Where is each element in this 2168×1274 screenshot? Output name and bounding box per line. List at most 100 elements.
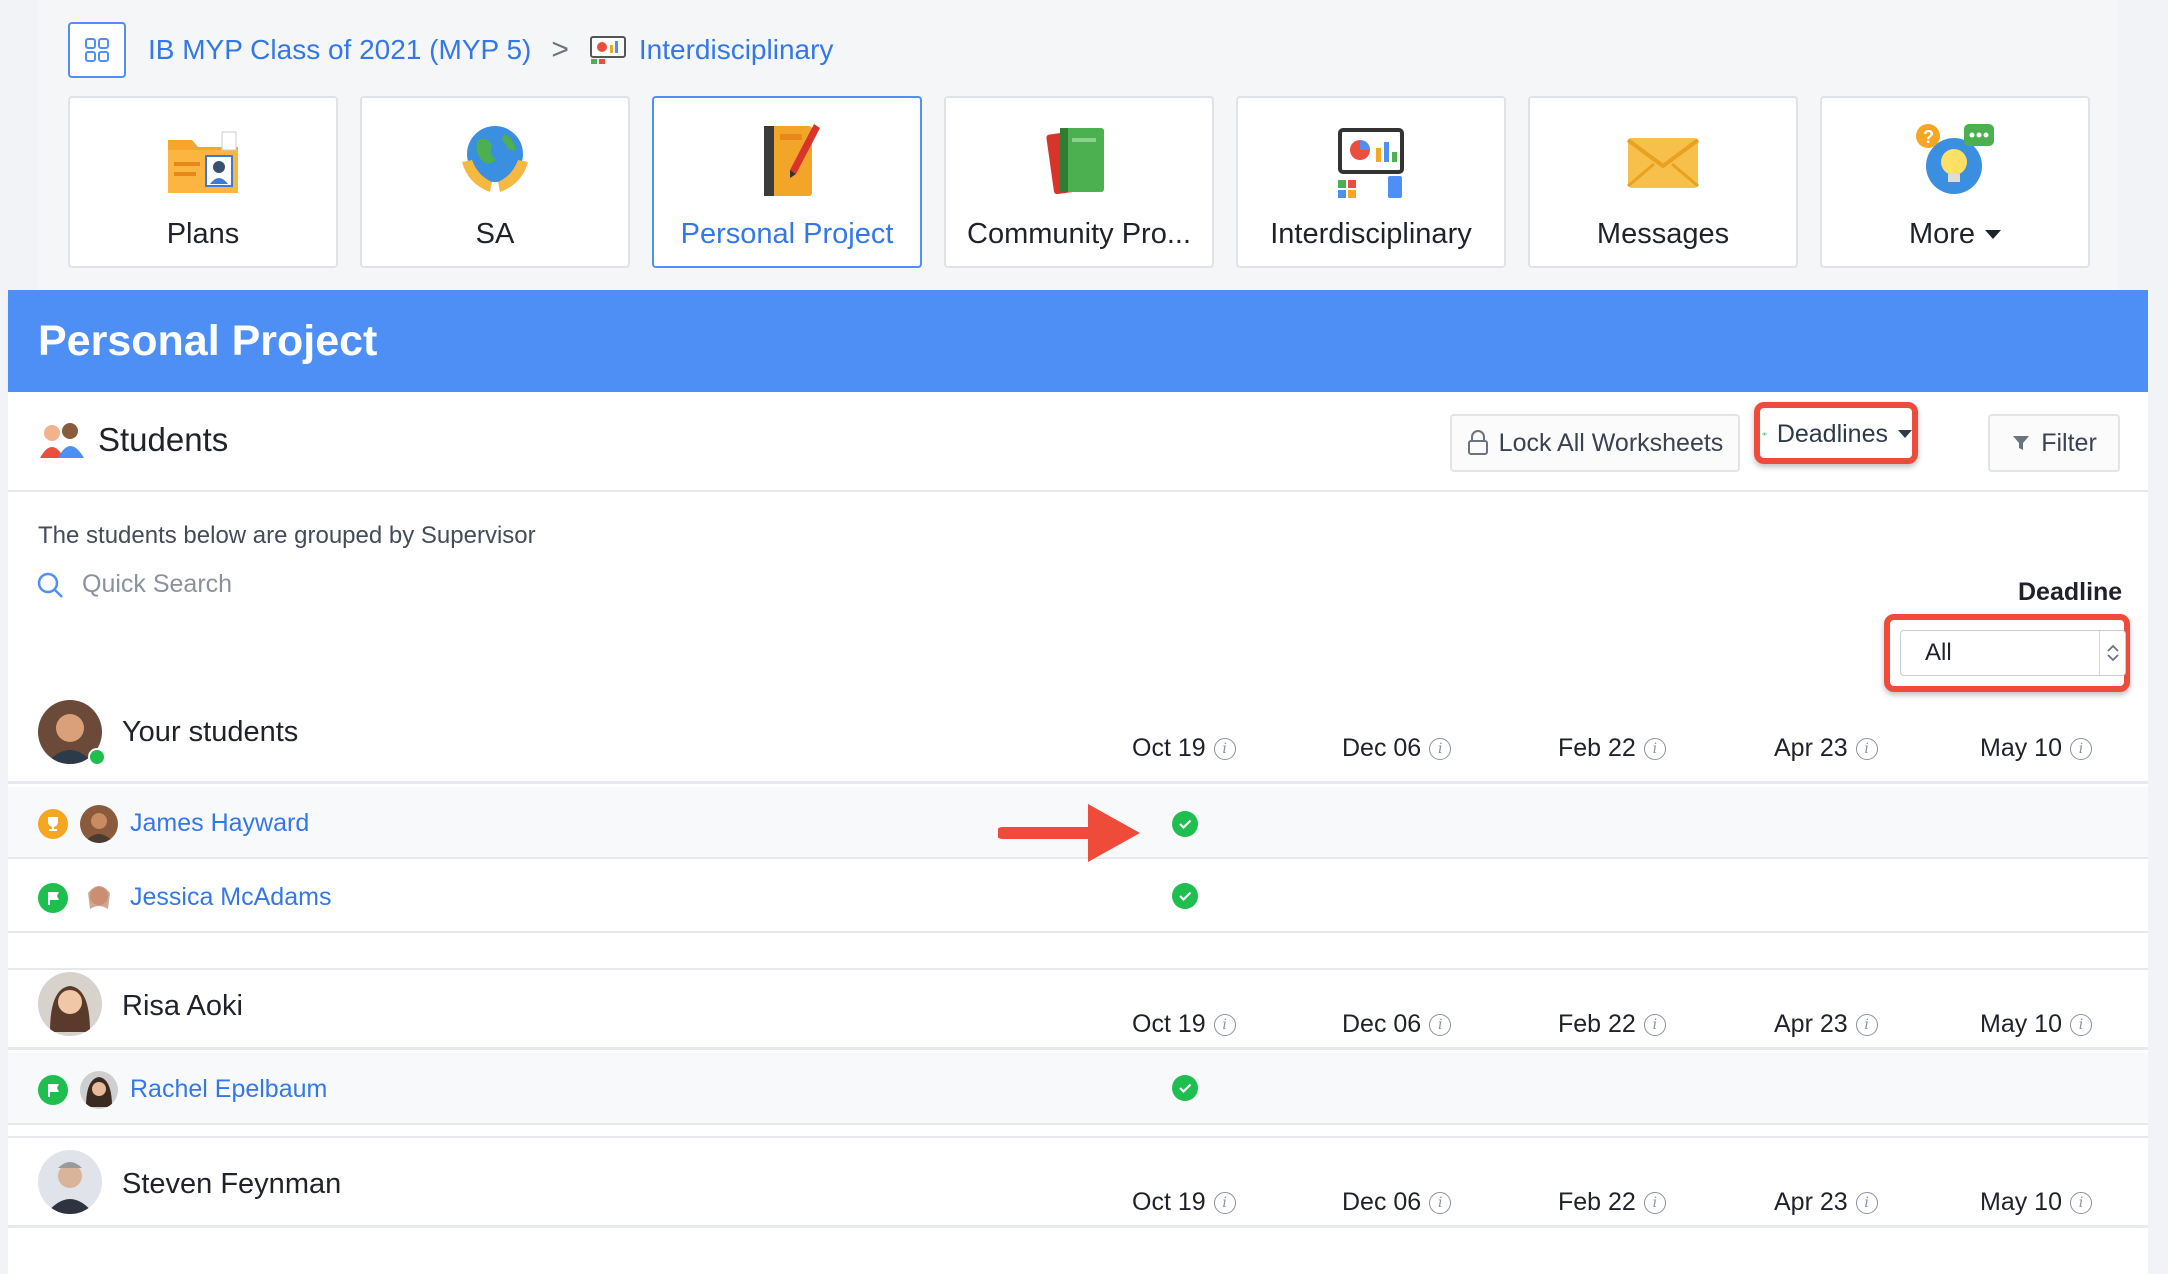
deadline-column: Dec 06 i — [1342, 1188, 1452, 1217]
chevron-down-icon — [2106, 654, 2119, 662]
deadline-date: Apr 23 — [1774, 1010, 1848, 1038]
deadline-column: Dec 06 i — [1342, 734, 1452, 763]
info-icon[interactable]: i — [1643, 1191, 1666, 1214]
supervisor-name: Steven Feynman — [122, 1168, 342, 1200]
deadline-column: May 10 i — [1980, 734, 2092, 763]
breadcrumb-class-link[interactable]: IB MYP Class of 2021 (MYP 5) — [148, 34, 531, 66]
breadcrumb: IB MYP Class of 2021 (MYP 5) > Interdisc… — [68, 22, 833, 78]
deadline-select[interactable]: All — [1900, 630, 2126, 676]
student-name-link[interactable]: Rachel Epelbaum — [130, 1075, 327, 1104]
students-title: Students — [38, 420, 228, 460]
module-tiles: Plans SA Personal Project Community Pro.… — [68, 96, 2090, 268]
deadline-date: Feb 22 — [1558, 734, 1636, 762]
caret-down-icon — [1898, 430, 1912, 438]
deadline-column: Oct 19 i — [1132, 1188, 1236, 1217]
info-icon[interactable]: i — [2069, 1191, 2092, 1214]
quick-search[interactable]: Quick Search — [36, 570, 232, 599]
deadline-column: Apr 23 i — [1774, 1188, 1878, 1217]
info-icon[interactable]: i — [2069, 1013, 2092, 1036]
student-row: Jessica McAdams — [8, 861, 2148, 933]
deadline-column: May 10 i — [1980, 1010, 2092, 1039]
deadline-date: Dec 06 — [1342, 1188, 1422, 1216]
deadlines-button[interactable]: Deadlines — [1762, 410, 1912, 458]
tile-label: Messages — [1596, 218, 1730, 250]
flag-icon — [38, 883, 68, 913]
supervisor-group-header: Risa Aoki Oct 19 i Dec 06 i Feb 22 i Apr 23… — [8, 968, 2148, 1050]
supervisor-group-header: Steven Feynman Oct 19 i Dec 06 i Feb 22 i A… — [8, 1136, 2148, 1228]
info-icon[interactable]: i — [1643, 1013, 1666, 1036]
globe-hands-icon — [462, 126, 528, 192]
trophy-icon — [38, 809, 68, 839]
deadline-date: Dec 06 — [1342, 1010, 1422, 1038]
deadline-date: Dec 06 — [1342, 734, 1422, 762]
deadline-date: Oct 19 — [1132, 734, 1206, 762]
more-label: More — [1908, 218, 1976, 250]
info-icon[interactable]: i — [1213, 737, 1236, 760]
breadcrumb-current-link[interactable]: Interdisciplinary — [639, 34, 834, 66]
info-icon[interactable]: i — [1429, 737, 1452, 760]
info-icon[interactable]: i — [1643, 737, 1666, 760]
student-row: Rachel Epelbaum — [8, 1053, 2148, 1125]
avatar — [38, 1150, 102, 1214]
avatar — [80, 805, 118, 843]
deadline-column: Feb 22 i — [1558, 1010, 1666, 1039]
folder-icon — [168, 131, 238, 193]
search-input[interactable]: Quick Search — [82, 570, 232, 599]
deadline-date: Feb 22 — [1558, 1188, 1636, 1216]
filter-icon — [2013, 436, 2030, 450]
deadline-date: May 10 — [1980, 1188, 2062, 1216]
deadline-column: Oct 19 i — [1132, 1010, 1236, 1039]
deadline-column: Apr 23 i — [1774, 1010, 1878, 1039]
info-icon[interactable]: i — [1855, 1191, 1878, 1214]
supervisor-name: Your students — [122, 716, 299, 748]
tile-more[interactable]: ? More — [1820, 96, 2090, 268]
tile-plans[interactable]: Plans — [68, 96, 338, 268]
select-spinner[interactable] — [2099, 631, 2125, 675]
tile-interdisciplinary[interactable]: Interdisciplinary — [1236, 96, 1506, 268]
deadline-date: May 10 — [1980, 734, 2062, 762]
info-icon[interactable]: i — [2069, 737, 2092, 760]
tile-sa[interactable]: SA — [360, 96, 630, 268]
filter-button[interactable]: Filter — [1988, 414, 2120, 472]
apps-grid-button[interactable] — [68, 22, 126, 78]
flag-icon — [38, 1075, 68, 1105]
tile-messages[interactable]: Messages — [1528, 96, 1798, 268]
deadline-date: Feb 22 — [1558, 1010, 1636, 1038]
info-icon[interactable]: i — [1213, 1191, 1236, 1214]
page-title: Personal Project — [38, 316, 378, 365]
deadline-column: Feb 22 i — [1558, 734, 1666, 763]
deadline-date: Oct 19 — [1132, 1188, 1206, 1216]
tile-label: SA — [475, 218, 515, 250]
students-icon — [40, 423, 84, 458]
check-circle-icon — [1172, 1075, 1198, 1101]
eye-icon — [1762, 432, 1767, 436]
students-heading: Students — [98, 421, 229, 458]
presentation-icon — [589, 36, 626, 64]
tile-label: Personal Project — [680, 218, 894, 250]
page-banner: Personal Project — [8, 290, 2148, 392]
lock-all-worksheets-button[interactable]: Lock All Worksheets — [1450, 414, 1740, 472]
annotation-arrow-icon — [998, 804, 1140, 862]
info-icon[interactable]: i — [1855, 737, 1878, 760]
presentation-icon — [1338, 128, 1404, 198]
check-circle-icon — [1172, 883, 1198, 909]
breadcrumb-separator: > — [551, 33, 569, 66]
tile-personal-project[interactable]: Personal Project — [652, 96, 922, 268]
tile-community-project[interactable]: Community Pro... — [944, 96, 1214, 268]
tile-label: Community Pro... — [967, 218, 1191, 250]
main-panel: Personal Project Students Lock All Works… — [8, 290, 2148, 1274]
info-icon[interactable]: i — [1855, 1013, 1878, 1036]
filter-label: Filter — [2041, 428, 2097, 457]
deadline-label: Deadline — [2018, 578, 2123, 606]
books-icon — [1046, 128, 1104, 195]
check-circle-icon — [1172, 811, 1198, 837]
envelope-icon — [1626, 138, 1700, 188]
info-icon[interactable]: i — [1429, 1013, 1452, 1036]
deadline-date: Oct 19 — [1132, 1010, 1206, 1038]
student-name-link[interactable]: Jessica McAdams — [130, 883, 331, 912]
info-icon[interactable]: i — [1429, 1191, 1452, 1214]
info-icon[interactable]: i — [1213, 1013, 1236, 1036]
student-name-link[interactable]: James Hayward — [130, 809, 309, 838]
avatar — [38, 972, 102, 1036]
deadline-column: Dec 06 i — [1342, 1010, 1452, 1039]
